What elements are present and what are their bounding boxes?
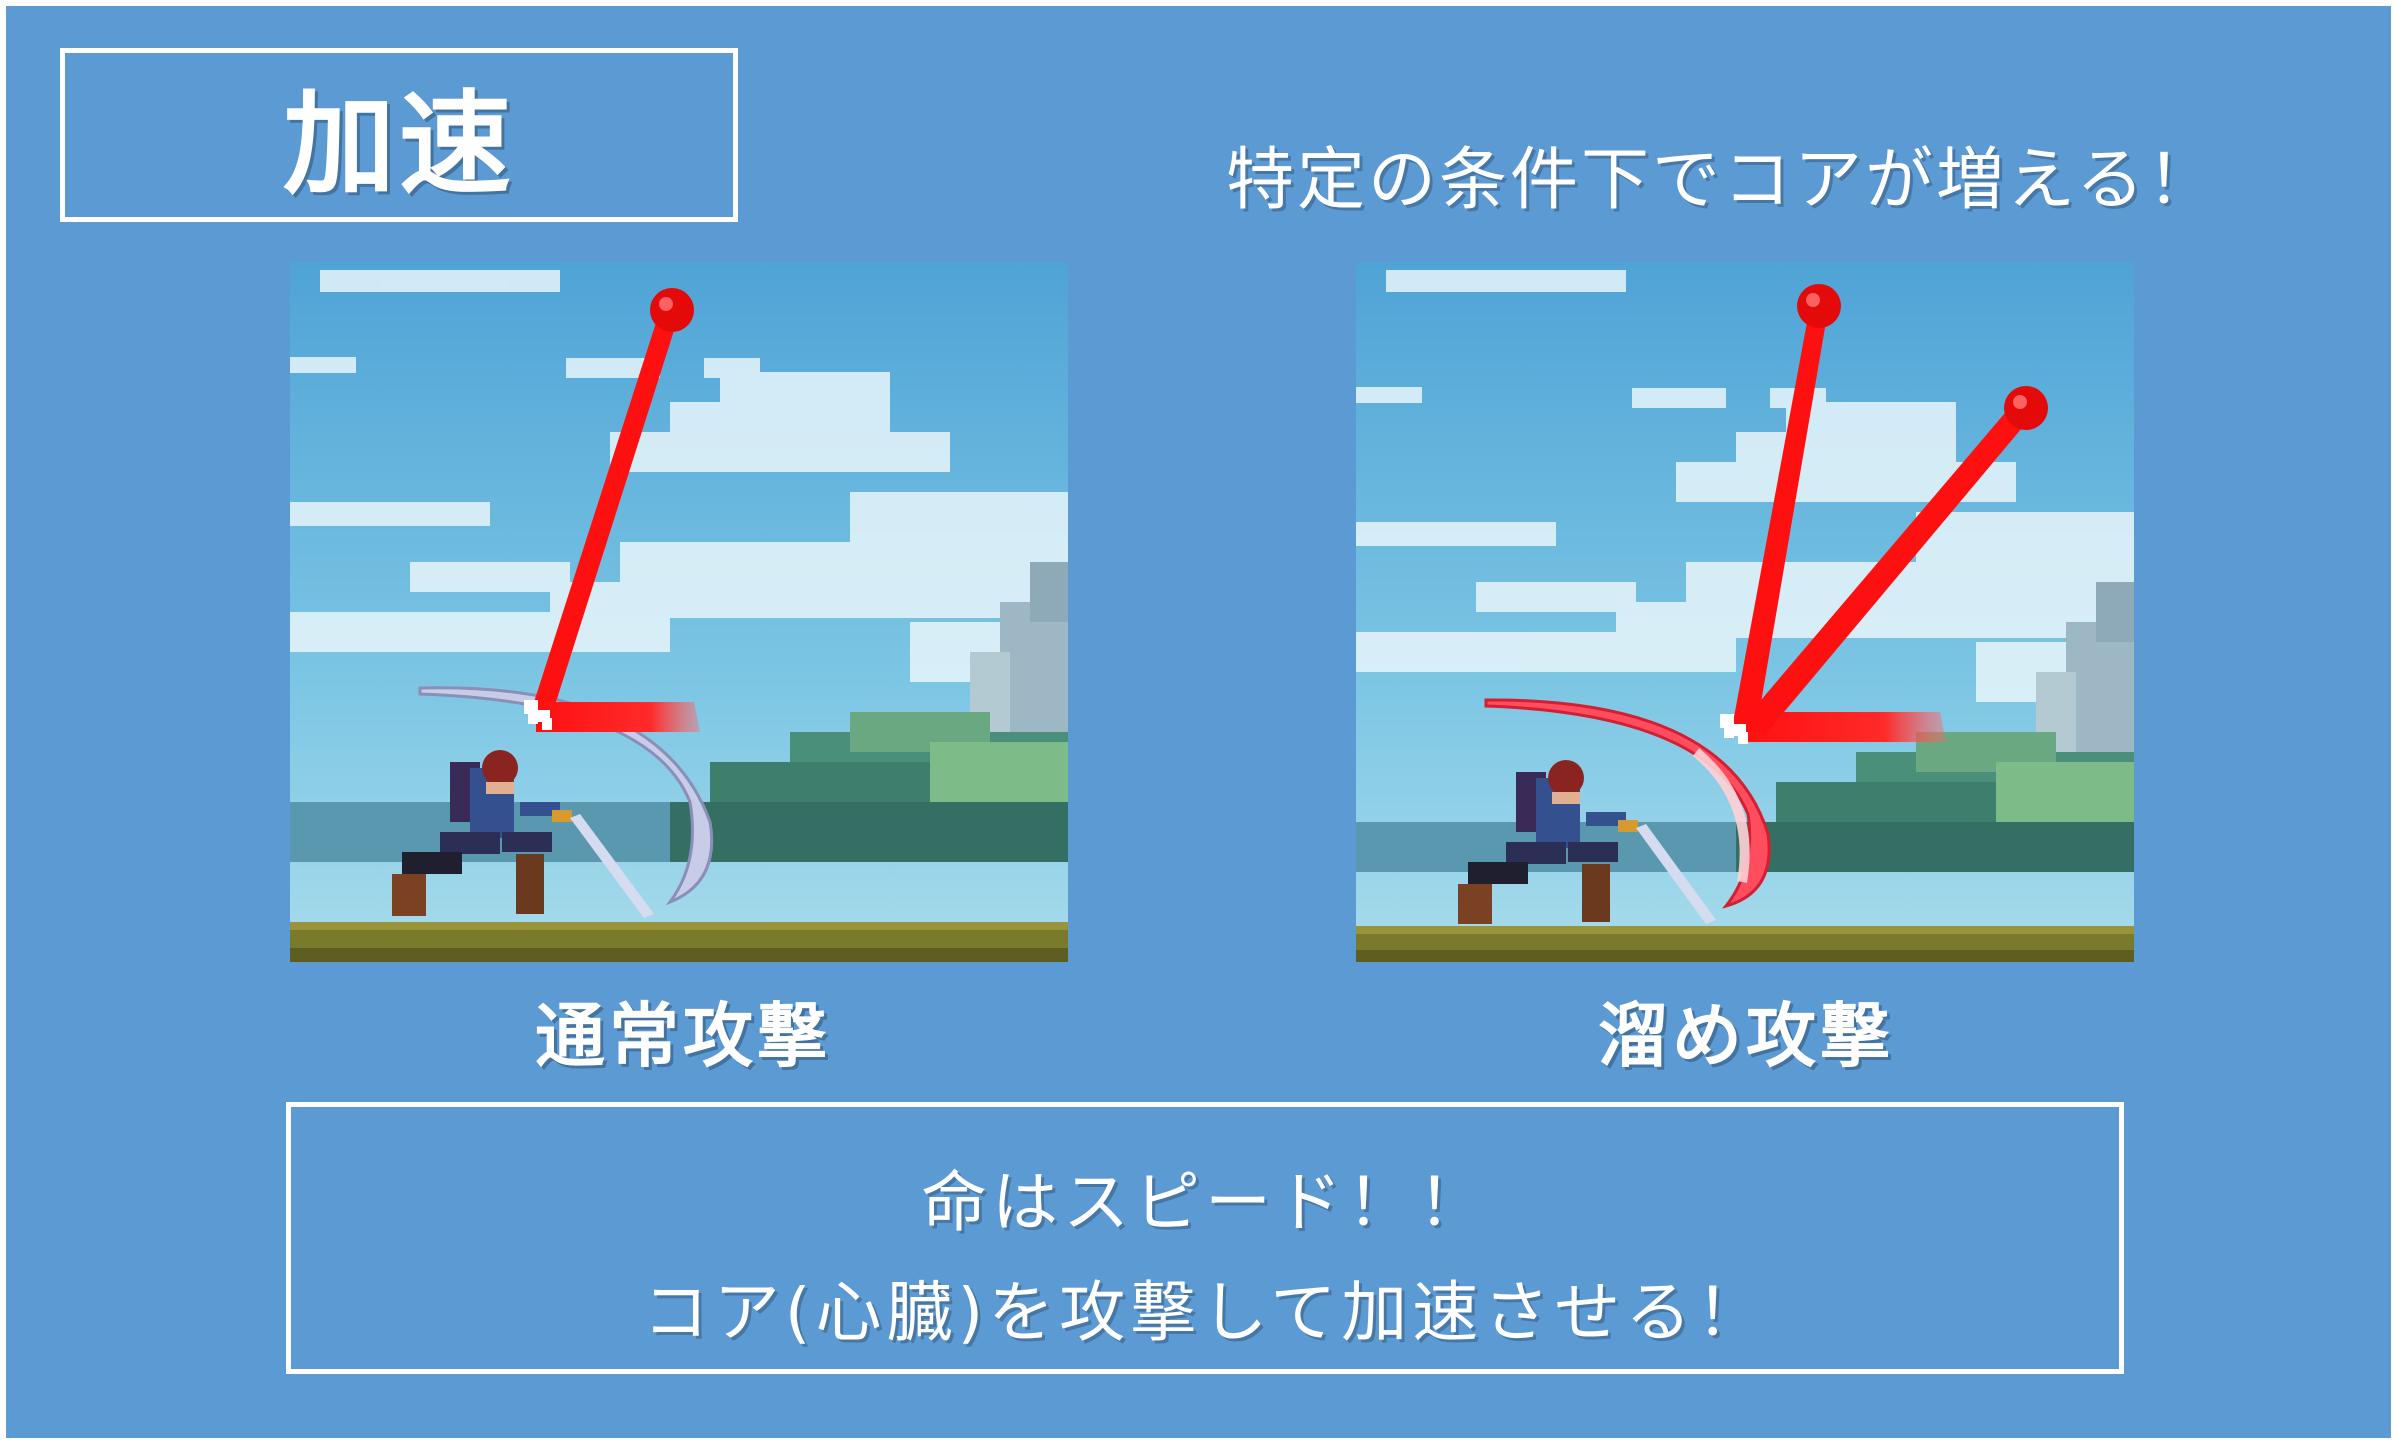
- message-line-1: 命はスピード！！: [921, 1164, 1489, 1241]
- charged-attack-image: [1356, 262, 2134, 962]
- normal-attack-caption: 通常攻撃: [535, 995, 831, 1077]
- message-box: 命はスピード！！ コア(心臓)を攻撃して加速させる！: [286, 1102, 2124, 1374]
- charged-attack-caption: 溜め攻撃: [1598, 995, 1894, 1077]
- message-line-2: コア(心臓)を攻撃して加速させる！: [642, 1274, 1768, 1351]
- slide-background: 加速 特定の条件下でコアが増える！ 通常攻撃 溜め攻撃 命はスピード！！ コア(…: [6, 6, 2391, 1438]
- title-box: 加速: [60, 48, 738, 222]
- normal-attack-image: [290, 262, 1068, 962]
- tagline: 特定の条件下でコアが増える！: [1226, 141, 2218, 220]
- page-title: 加速: [283, 80, 515, 210]
